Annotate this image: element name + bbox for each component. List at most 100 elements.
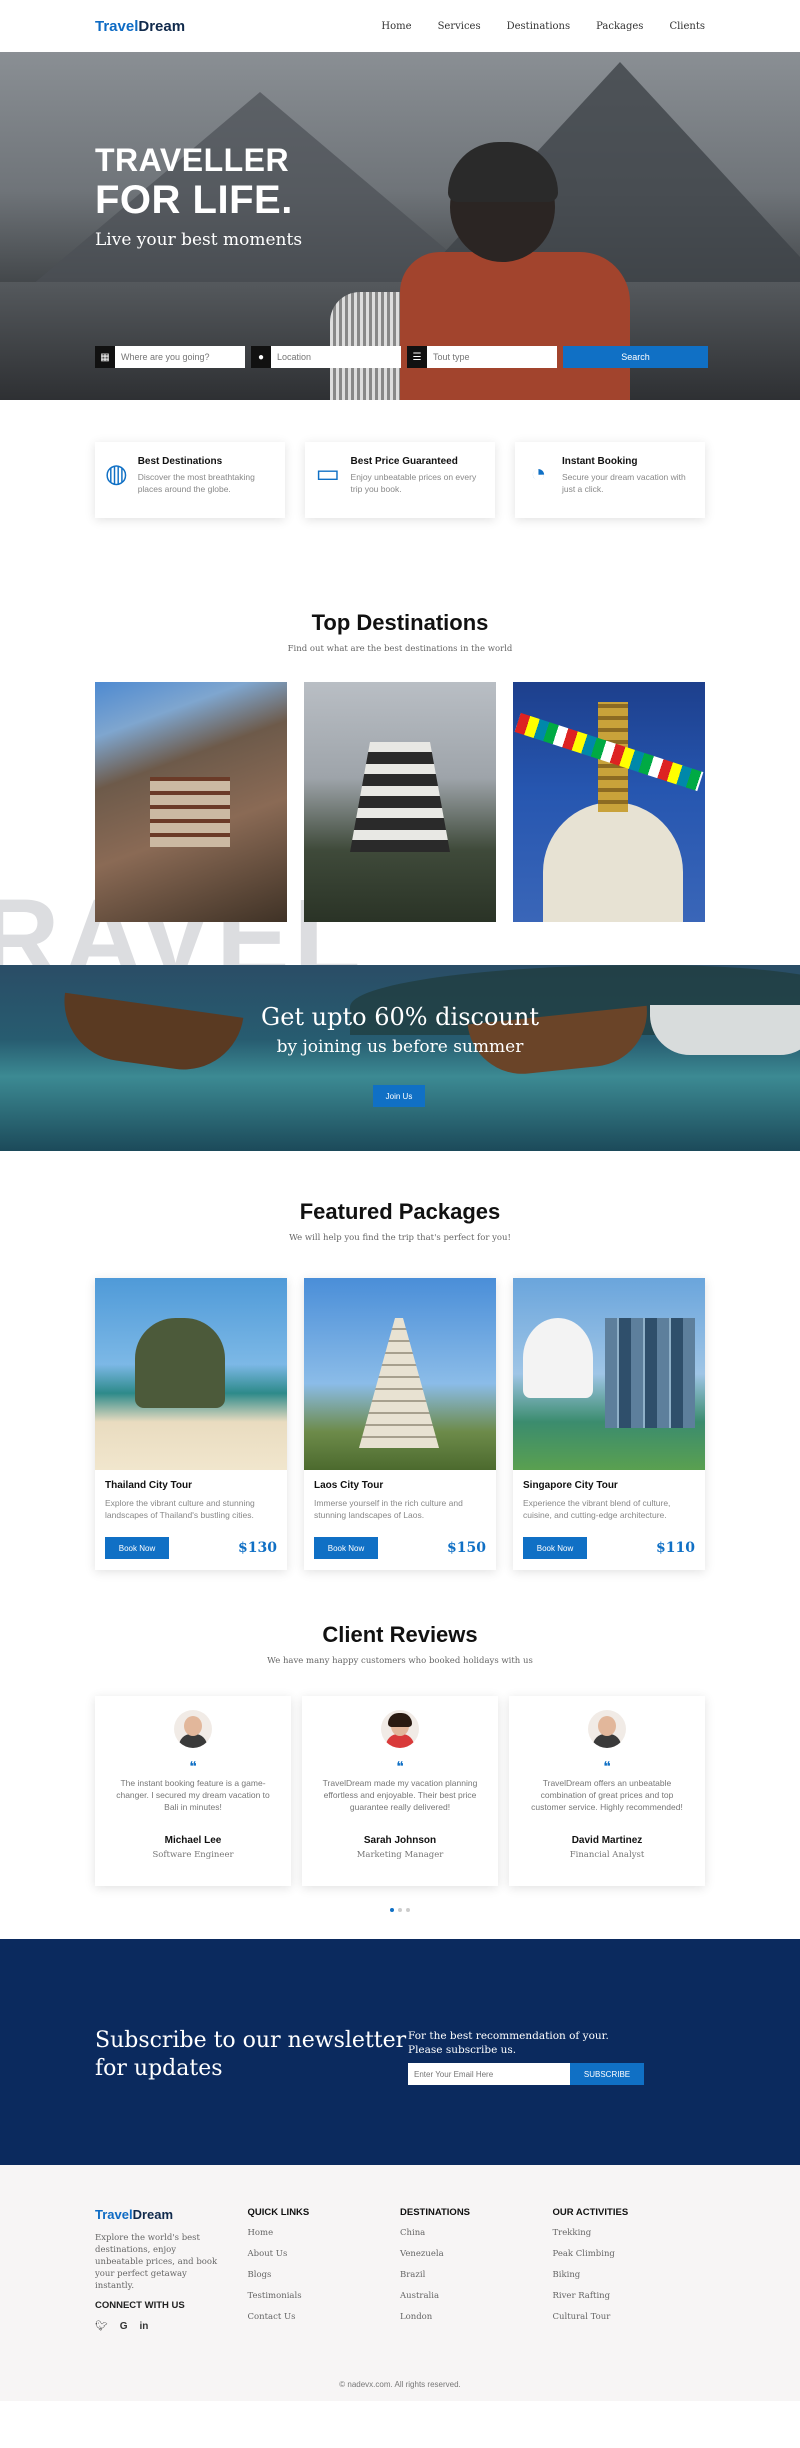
- feature-text: Enjoy unbeatable prices on every trip yo…: [350, 472, 477, 494]
- skyline-towers: [605, 1318, 695, 1428]
- footer-link[interactable]: London: [400, 2312, 553, 2322]
- newsletter-text-line2: Please subscribe us.: [408, 2044, 517, 2056]
- carousel-dots: [0, 1908, 800, 1912]
- footer-brand[interactable]: TravelDream: [95, 2207, 248, 2222]
- footer-link[interactable]: Venezuela: [400, 2249, 553, 2259]
- review-card: ❝ TravelDream offers an unbeatable combi…: [509, 1696, 705, 1886]
- package-image-singapore: [513, 1278, 705, 1470]
- avatar-face: [184, 1716, 202, 1736]
- site-footer: TravelDream Explore the world's best des…: [0, 2165, 800, 2401]
- nav-home[interactable]: Home: [381, 21, 411, 32]
- avatar-body: [593, 1734, 621, 1748]
- subscribe-button[interactable]: SUBSCRIBE: [570, 2063, 644, 2085]
- destination-image-stupa[interactable]: [513, 682, 705, 922]
- carousel-dot[interactable]: [390, 1908, 394, 1912]
- nav-services[interactable]: Services: [438, 21, 481, 32]
- stupa-dome: [543, 802, 683, 922]
- where-field: ▦: [95, 346, 245, 368]
- book-now-button[interactable]: Book Now: [314, 1537, 378, 1559]
- destination-image-castle[interactable]: [304, 682, 496, 922]
- section-title: Featured Packages: [299, 1199, 501, 1224]
- feature-title: Best Price Guaranteed: [350, 456, 458, 467]
- footer-link[interactable]: Cultural Tour: [553, 2312, 706, 2322]
- search-button[interactable]: Search: [563, 346, 708, 368]
- section-subtitle: We have many happy customers who booked …: [267, 1656, 533, 1666]
- section-title: Client Reviews: [322, 1622, 478, 1647]
- hero-title: TRAVELLER FOR LIFE.: [95, 142, 293, 222]
- package-card: Laos City Tour Immerse yourself in the r…: [304, 1278, 496, 1570]
- package-card: Thailand City Tour Explore the vibrant c…: [95, 1278, 287, 1570]
- stopwatch-icon: ◔: [530, 458, 547, 488]
- twitter-icon[interactable]: 🐦︎: [95, 2321, 108, 2332]
- footer-link[interactable]: Home: [248, 2228, 401, 2238]
- join-us-button[interactable]: Join Us: [373, 1085, 425, 1107]
- book-now-button[interactable]: Book Now: [105, 1537, 169, 1559]
- reviews-grid: ❝ The instant booking feature is a game-…: [0, 1696, 800, 1886]
- footer-link[interactable]: Biking: [553, 2270, 706, 2280]
- limestone-rock: [135, 1318, 225, 1408]
- review-card: ❝ The instant booking feature is a game-…: [95, 1696, 291, 1886]
- hero-title-line2: FOR LIFE.: [95, 178, 293, 222]
- where-input[interactable]: [115, 346, 245, 368]
- quote-icon: ❝: [396, 1758, 404, 1774]
- brand-part1: Travel: [95, 17, 139, 35]
- location-input[interactable]: [271, 346, 401, 368]
- temple-spire: [359, 1318, 439, 1448]
- newsletter-form: SUBSCRIBE: [408, 2063, 644, 2085]
- nav-packages[interactable]: Packages: [596, 21, 643, 32]
- avatar-body: [386, 1734, 414, 1748]
- google-icon[interactable]: G: [120, 2321, 128, 2332]
- footer-link[interactable]: Peak Climbing: [553, 2249, 706, 2259]
- nav-destinations[interactable]: Destinations: [507, 21, 571, 32]
- section-subtitle: We will help you find the trip that's pe…: [289, 1233, 511, 1243]
- type-field: ☰: [407, 346, 557, 368]
- footer-link[interactable]: China: [400, 2228, 553, 2238]
- carousel-dot[interactable]: [398, 1908, 402, 1912]
- nav-clients[interactable]: Clients: [669, 21, 705, 32]
- footer-link[interactable]: River Rafting: [553, 2291, 706, 2301]
- email-input[interactable]: [408, 2063, 570, 2085]
- feature-text: Discover the most breathtaking places ar…: [137, 472, 255, 494]
- package-title: Laos City Tour: [314, 1480, 384, 1491]
- book-now-button[interactable]: Book Now: [523, 1537, 587, 1559]
- type-input[interactable]: [427, 346, 557, 368]
- footer-about-text: Explore the world's best destinations, e…: [95, 2233, 218, 2291]
- feature-card: ◍ Best Destinations Discover the most br…: [95, 442, 285, 518]
- brand-logo[interactable]: TravelDream: [95, 18, 185, 35]
- social-links: 🐦︎ G in: [95, 2321, 248, 2332]
- section-subtitle: Find out what are the best destinations …: [287, 644, 513, 654]
- banner-subheadline: by joining us before summer: [276, 1037, 524, 1057]
- footer-link[interactable]: About Us: [248, 2249, 401, 2259]
- linkedin-icon[interactable]: in: [139, 2321, 148, 2332]
- newsletter-title-line1: Subscribe to our newsletter: [95, 2028, 407, 2053]
- footer-link[interactable]: Brazil: [400, 2270, 553, 2280]
- copyright: © nadevx.com. All rights reserved.: [339, 2380, 461, 2389]
- connect-heading: CONNECT WITH US: [95, 2300, 185, 2311]
- footer-link[interactable]: Testimonials: [248, 2291, 401, 2301]
- destinations-grid: [0, 682, 800, 922]
- carousel-dot[interactable]: [406, 1908, 410, 1912]
- footer-column-title: DESTINATIONS: [400, 2207, 471, 2218]
- footer-brand-part1: Travel: [95, 2207, 133, 2222]
- footer-link[interactable]: Trekking: [553, 2228, 706, 2238]
- reviewer-role: Marketing Manager: [356, 1850, 444, 1860]
- package-price: $130: [238, 1540, 277, 1556]
- footer-activities: OUR ACTIVITIES Trekking Peak Climbing Bi…: [553, 2207, 706, 2333]
- footer-link[interactable]: Australia: [400, 2291, 553, 2301]
- footer-link[interactable]: Blogs: [248, 2270, 401, 2280]
- package-desc: Explore the vibrant culture and stunning…: [105, 1498, 255, 1520]
- packages-section: Featured Packages We will help you find …: [0, 1151, 800, 1606]
- avatar-face: [598, 1716, 616, 1736]
- main-nav: Home Services Destinations Packages Clie…: [381, 21, 705, 32]
- section-title: Top Destinations: [311, 610, 489, 635]
- feature-title: Instant Booking: [561, 456, 638, 467]
- reviewer-name: David Martinez: [571, 1835, 643, 1846]
- search-bar: ▦ ● ☰ Search: [95, 346, 708, 368]
- hero-cap: [448, 142, 558, 202]
- package-image-thailand: [95, 1278, 287, 1470]
- newsletter-title-line2: for updates: [95, 2056, 223, 2081]
- destination-image-monastery[interactable]: [95, 682, 287, 922]
- footer-link[interactable]: Contact Us: [248, 2312, 401, 2322]
- package-desc: Immerse yourself in the rich culture and…: [314, 1498, 463, 1520]
- packages-grid: Thailand City Tour Explore the vibrant c…: [0, 1278, 800, 1570]
